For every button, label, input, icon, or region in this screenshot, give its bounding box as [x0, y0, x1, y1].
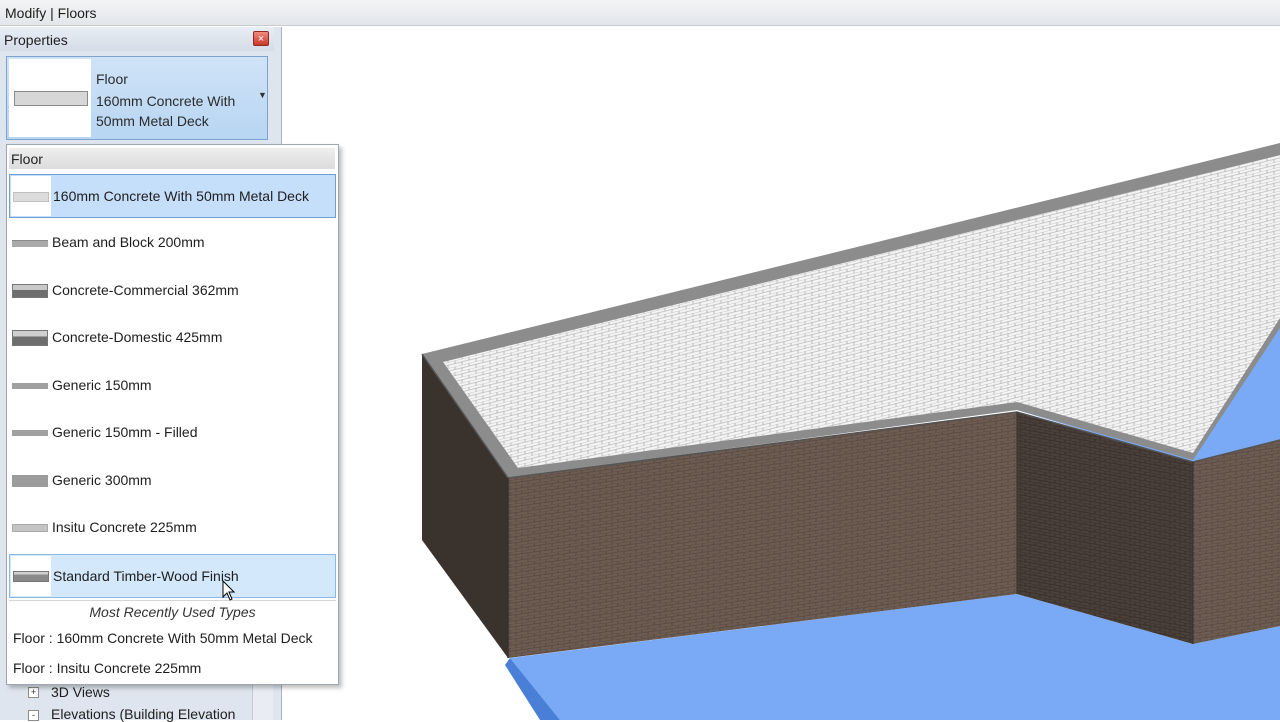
type-item-label: Concrete-Domestic 425mm: [52, 329, 223, 345]
mru-header: Most Recently Used Types: [9, 600, 336, 623]
window-title: Modify | Floors: [5, 5, 97, 21]
type-item[interactable]: Generic 300mm: [9, 459, 336, 503]
browser-item-3d-views[interactable]: 3D Views: [51, 684, 110, 700]
floor-swatch-icon: [10, 460, 50, 500]
properties-header: Properties ×: [0, 27, 274, 51]
type-item-label: Generic 150mm - Filled: [52, 424, 198, 440]
type-family-label: Floor: [96, 71, 128, 87]
type-dropdown-list[interactable]: Floor 160mm Concrete With 50mm Metal Dec…: [6, 144, 339, 685]
floor-swatch-icon: [10, 270, 50, 310]
3d-model-render: [421, 143, 1280, 720]
window-title-bar: Modify | Floors: [0, 0, 1280, 26]
type-item[interactable]: Beam and Block 200mm: [9, 221, 336, 265]
type-preview-image: [9, 59, 91, 137]
group-label: Floor: [11, 151, 43, 167]
floor-swatch-icon: [10, 365, 50, 405]
expand-icon[interactable]: +: [28, 687, 39, 698]
type-selector[interactable]: Floor 160mm Concrete With 50mm Metal Dec…: [6, 56, 268, 140]
type-item-label: Standard Timber-Wood Finish: [53, 568, 239, 584]
type-item[interactable]: 160mm Concrete With 50mm Metal Deck: [9, 174, 336, 218]
floor-swatch-icon: [11, 176, 51, 216]
type-name-label: 160mm Concrete With 50mm Metal Deck: [96, 93, 236, 129]
type-item-label: Beam and Block 200mm: [52, 234, 205, 250]
close-icon[interactable]: ×: [253, 31, 269, 46]
type-item[interactable]: Insitu Concrete 225mm: [9, 506, 336, 550]
floor-swatch-icon: [11, 556, 51, 596]
type-item-label: 160mm Concrete With 50mm Metal Deck: [53, 188, 309, 204]
floor-swatch-icon: [10, 222, 50, 262]
type-item-label: Insitu Concrete 225mm: [52, 519, 197, 535]
chevron-down-icon[interactable]: ▼: [258, 90, 267, 100]
floor-swatch-icon: [10, 412, 50, 452]
type-item[interactable]: Concrete-Domestic 425mm: [9, 316, 336, 360]
floor-swatch-icon: [10, 317, 50, 357]
type-item-label: Generic 150mm: [52, 377, 152, 393]
mouse-cursor-icon: [222, 580, 236, 601]
mru-item[interactable]: Floor : Insitu Concrete 225mm: [13, 660, 201, 676]
type-item[interactable]: Standard Timber-Wood Finish: [9, 554, 336, 598]
3d-viewport[interactable]: [283, 27, 1280, 720]
mru-item[interactable]: Floor : 160mm Concrete With 50mm Metal D…: [13, 630, 313, 646]
floor-swatch-icon: [10, 507, 50, 547]
floor-swatch-icon: [14, 91, 88, 106]
type-item-label: Concrete-Commercial 362mm: [52, 282, 239, 298]
type-item[interactable]: Concrete-Commercial 362mm: [9, 269, 336, 313]
properties-title: Properties: [4, 32, 68, 48]
type-item[interactable]: Generic 150mm - Filled: [9, 411, 336, 455]
collapse-icon[interactable]: -: [28, 710, 39, 721]
type-item[interactable]: Generic 150mm: [9, 364, 336, 408]
dropdown-group-header: Floor: [9, 148, 335, 169]
type-item-label: Generic 300mm: [52, 472, 152, 488]
